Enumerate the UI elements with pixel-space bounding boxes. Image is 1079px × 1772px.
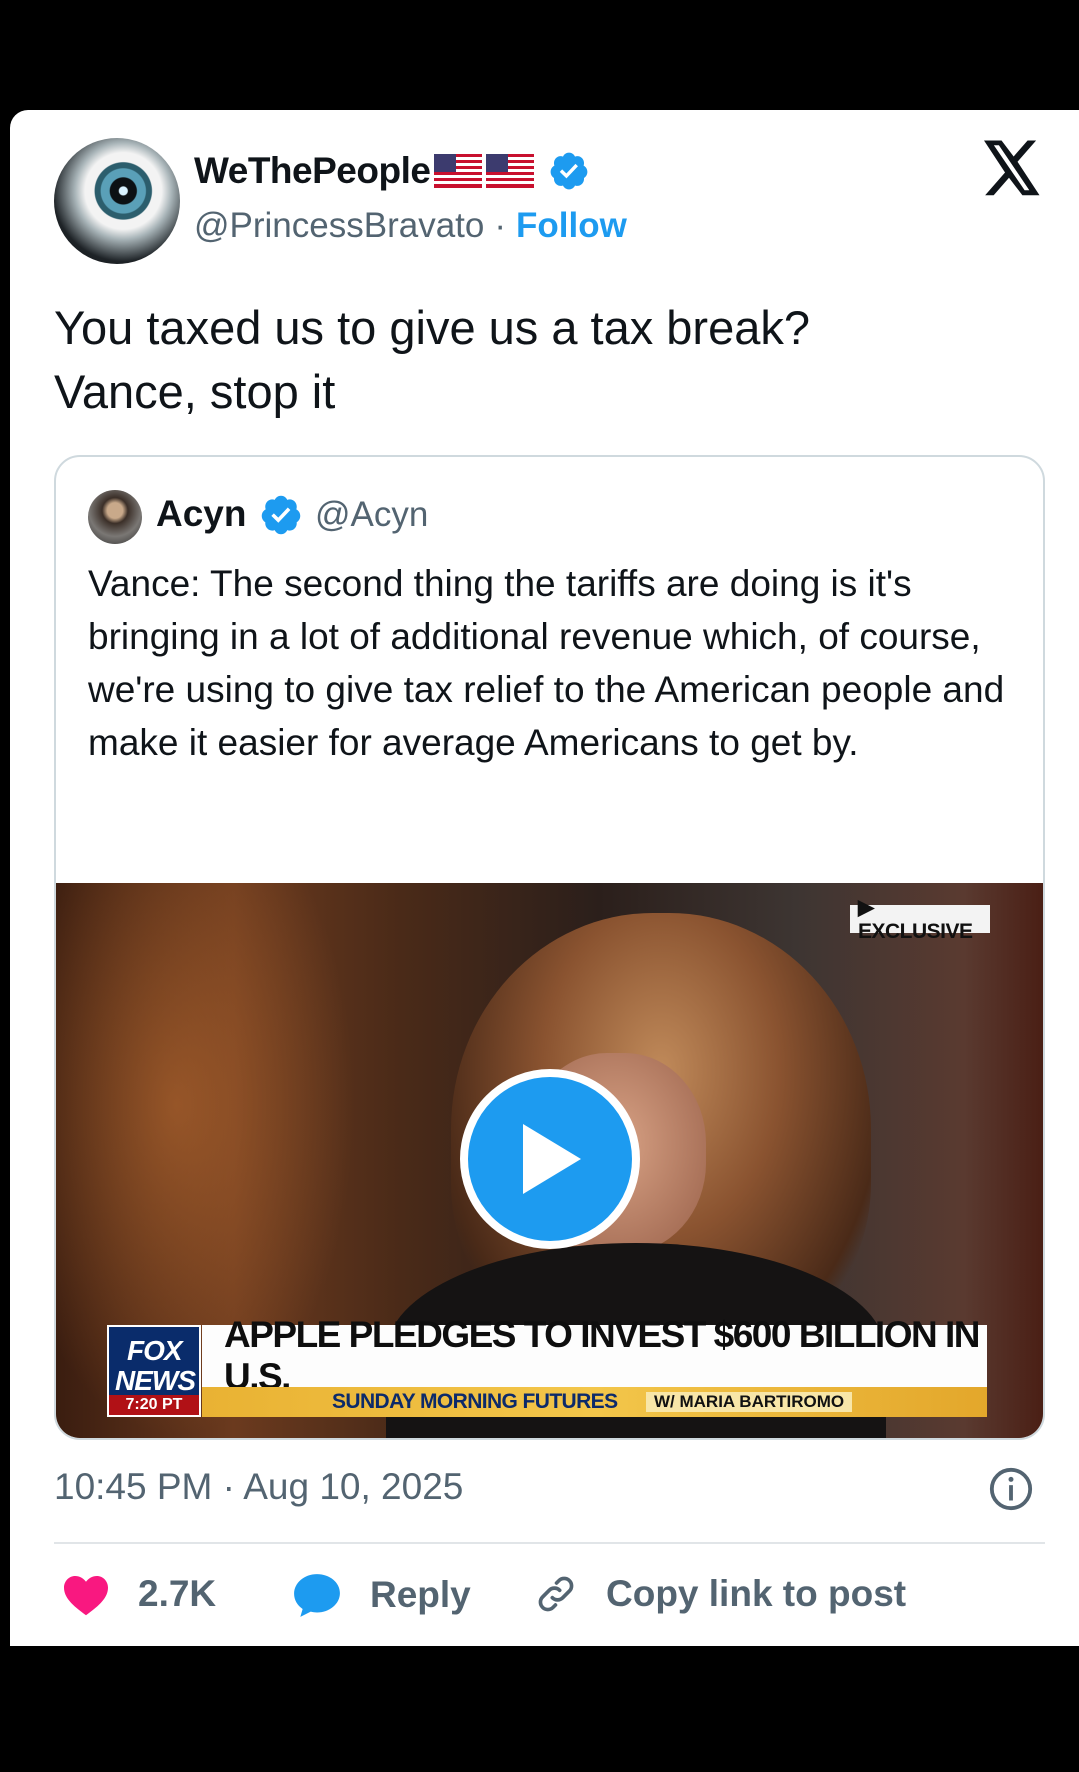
- reply-bubble-icon: [294, 1574, 340, 1617]
- verified-badge-icon: [551, 152, 588, 190]
- reply-label: Reply: [370, 1574, 471, 1615]
- video-player[interactable]: ▶ EXCLUSIVE FOX NEWS 7:20 PT APPLE PLEDG…: [56, 883, 1043, 1438]
- tweet-text: You taxed us to give us a tax break? Van…: [54, 296, 1034, 424]
- fox-logo-time: 7:20 PT: [109, 1395, 199, 1415]
- like-button[interactable]: 2.7K: [62, 1572, 216, 1616]
- follow-button[interactable]: Follow: [516, 206, 627, 246]
- quoted-author-name[interactable]: Acyn: [156, 493, 246, 535]
- tweet-timestamp[interactable]: 10:45 PM · Aug 10, 2025: [54, 1466, 463, 1508]
- quoted-author-avatar[interactable]: [88, 490, 142, 544]
- quoted-tweet[interactable]: Acyn @Acyn Vance: The second thing the t…: [54, 455, 1045, 1440]
- like-count: 2.7K: [138, 1573, 217, 1614]
- play-button[interactable]: [460, 1069, 640, 1249]
- exclusive-badge: ▶ EXCLUSIVE: [850, 896, 990, 943]
- author-avatar[interactable]: [54, 138, 180, 264]
- heart-icon: [64, 1576, 108, 1616]
- author-handle[interactable]: @PrincessBravato: [194, 206, 484, 246]
- quoted-tweet-text: Vance: The second thing the tariffs are …: [88, 563, 1005, 763]
- fox-news-logo: FOX NEWS 7:20 PT: [107, 1325, 201, 1417]
- author-name-row[interactable]: WeThePeople: [194, 150, 590, 192]
- play-icon: [523, 1124, 581, 1194]
- link-icon: [538, 1576, 574, 1612]
- verified-badge-icon: [261, 495, 301, 535]
- video-show-name: SUNDAY MORNING FUTURES: [332, 1390, 618, 1413]
- quoted-author-handle[interactable]: @Acyn: [315, 495, 428, 535]
- reply-button[interactable]: Reply: [292, 1572, 471, 1618]
- us-flag-icon: [486, 154, 535, 188]
- handle-separator: ·: [494, 206, 507, 245]
- video-show-host: W/ MARIA BARTIROMO: [646, 1392, 853, 1412]
- fox-logo-top: FOX: [127, 1335, 183, 1366]
- video-headline: APPLE PLEDGES TO INVEST $600 BILLION IN …: [202, 1314, 987, 1397]
- copy-link-label: Copy link to post: [606, 1573, 907, 1614]
- us-flag-icon: [434, 154, 483, 188]
- tweet-text-line: Vance, stop it: [54, 365, 336, 418]
- author-handle-row: @PrincessBravato · Follow: [194, 206, 627, 246]
- copy-link-button[interactable]: Copy link to post: [534, 1572, 906, 1616]
- divider: [54, 1542, 1045, 1544]
- tweet-text-line: You taxed us to give us a tax break?: [54, 301, 810, 354]
- fox-logo-bottom: NEWS: [115, 1365, 196, 1396]
- author-display-name[interactable]: WeThePeople: [194, 150, 431, 192]
- x-logo-icon[interactable]: [982, 140, 1042, 196]
- info-icon[interactable]: [988, 1466, 1034, 1512]
- video-show-bar: SUNDAY MORNING FUTURES W/ MARIA BARTIROM…: [202, 1387, 987, 1417]
